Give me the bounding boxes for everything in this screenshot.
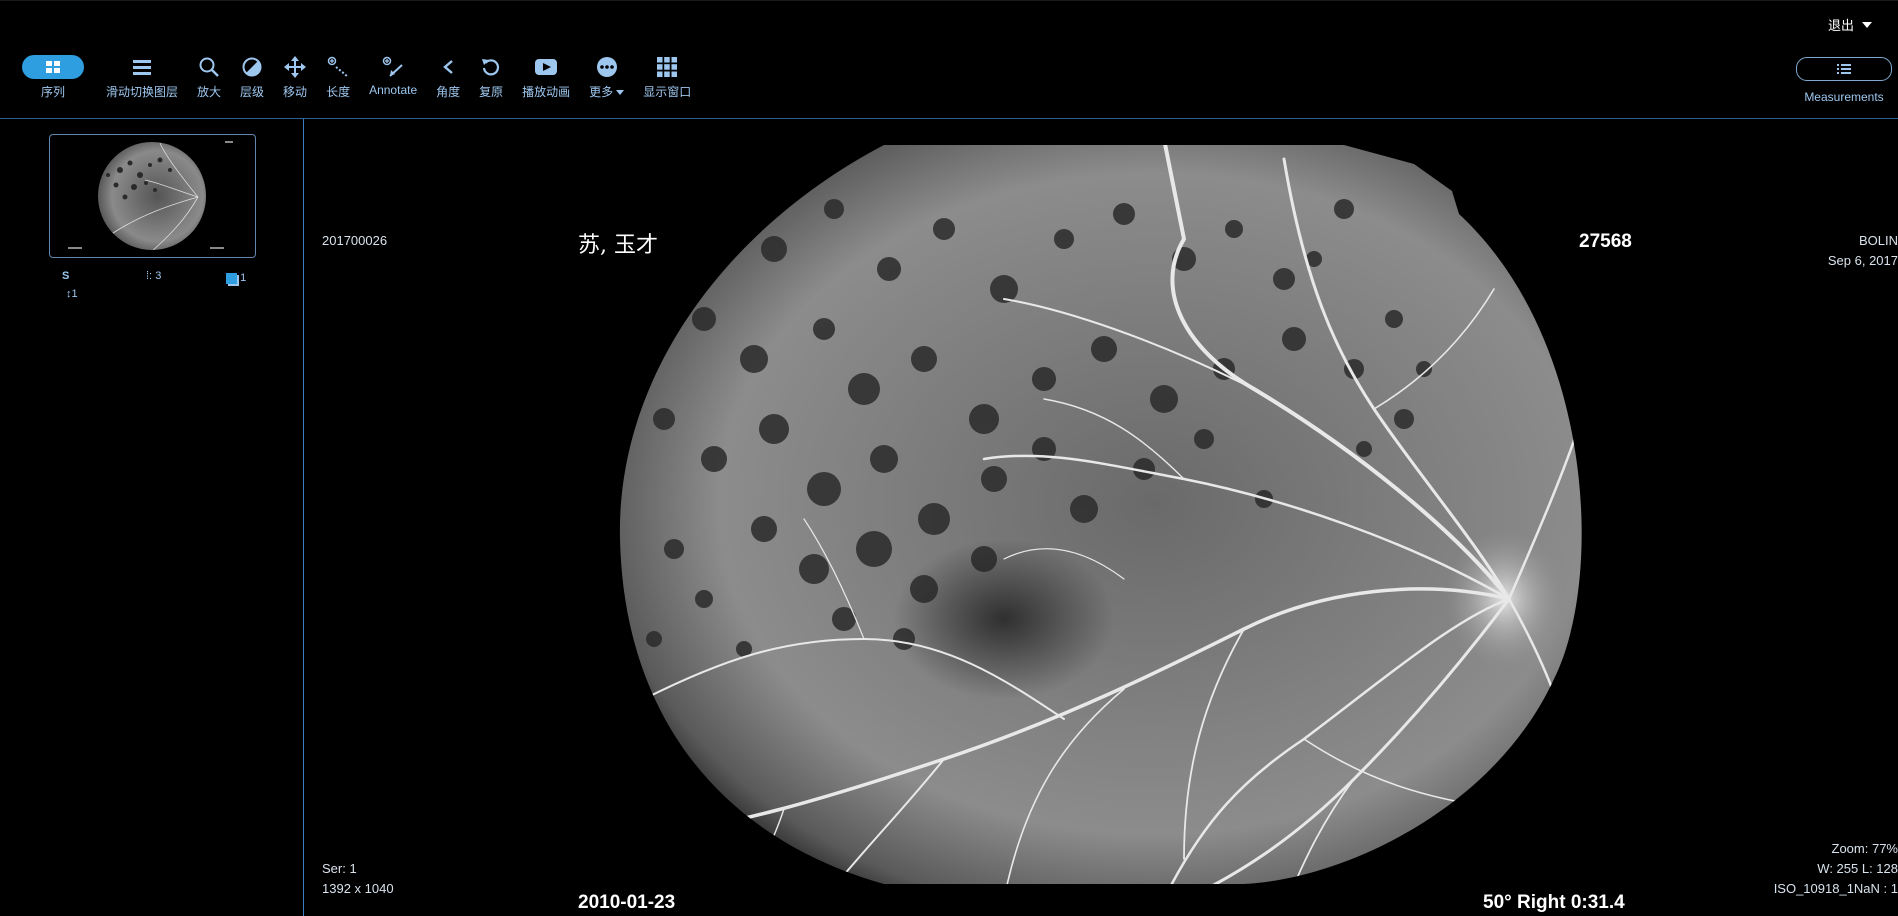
cine-button[interactable]: 播放动画 xyxy=(522,55,570,100)
series-button[interactable]: 序列 xyxy=(22,55,84,100)
contrast-icon xyxy=(242,57,262,77)
study-date: Sep 6, 2017 xyxy=(1827,253,1898,268)
study-number: 27568 xyxy=(1579,231,1632,252)
list-icon xyxy=(1796,57,1892,81)
play-icon xyxy=(535,59,558,75)
menu-lines-icon xyxy=(133,60,151,75)
series-thumbnail[interactable] xyxy=(49,134,256,258)
acquisition-info: 50° Right 0:31.4 xyxy=(1483,892,1625,913)
length-button[interactable]: 长度 xyxy=(326,55,350,100)
stack-scroll-label: 滑动切换图层 xyxy=(106,85,179,99)
measurements-button[interactable]: Measurements xyxy=(1796,57,1892,104)
image-dimensions: 1392 x 1040 xyxy=(322,881,394,896)
layout-grid-icon xyxy=(657,57,678,77)
reset-button[interactable]: 复原 xyxy=(479,55,503,100)
stack-scroll-button[interactable]: 滑动切换图层 xyxy=(106,55,178,100)
angle-icon xyxy=(443,60,453,74)
length-label: 长度 xyxy=(326,85,351,99)
ruler-icon xyxy=(327,56,348,77)
caret-down-icon xyxy=(616,90,625,96)
more-label: 更多 xyxy=(589,83,625,100)
fundus-angiogram-image xyxy=(619,145,1582,884)
window-level: W: 255 L: 128 xyxy=(1817,861,1898,876)
reset-label: 复原 xyxy=(479,85,504,99)
grid-icon xyxy=(22,55,84,79)
level-button[interactable]: 层级 xyxy=(240,55,264,100)
top-toolbar: 退出 序列 滑动切换图层 放大 层级 移动 长度 Annotate 角度 复原 … xyxy=(0,0,1898,119)
layers-icon xyxy=(226,272,237,284)
zoom-button[interactable]: 放大 xyxy=(197,55,221,100)
zoom-label: 放大 xyxy=(197,85,222,99)
more-icon xyxy=(596,57,617,77)
move-icon xyxy=(284,56,307,78)
stack-icon: ⁞: xyxy=(146,270,153,282)
zoom-level: Zoom: 77% xyxy=(1831,841,1898,856)
institution-name: BOLIN xyxy=(1858,233,1898,248)
reset-icon xyxy=(482,59,500,76)
logout-dropdown[interactable]: 退出 xyxy=(1828,15,1872,34)
move-button[interactable]: 移动 xyxy=(283,55,307,100)
annotate-button[interactable]: Annotate xyxy=(369,55,417,97)
fundus-thumbnail-image xyxy=(68,141,233,250)
layout-button[interactable]: 显示窗口 xyxy=(643,55,691,100)
patient-name: 苏, 玉才 xyxy=(578,233,658,258)
annotate-icon xyxy=(382,56,403,77)
angle-label: 角度 xyxy=(436,85,461,99)
image-viewport[interactable]: 201700026 苏, 玉才 27568 BOLIN Sep 6, 2017 … xyxy=(304,119,1898,916)
level-label: 层级 xyxy=(240,85,265,99)
instance-count: 1 xyxy=(226,272,246,284)
acquisition-date: 2010-01-23 xyxy=(578,892,676,913)
more-dropdown[interactable]: 更多 xyxy=(589,55,625,100)
patient-id: 201700026 xyxy=(322,233,388,248)
annotate-label: Annotate xyxy=(369,83,418,97)
transfer-syntax: ISO_10918_1NaN : 1 xyxy=(1773,881,1898,896)
series-label: 序列 xyxy=(40,85,65,99)
measurements-label: Measurements xyxy=(1804,90,1884,104)
tool-list: 序列 滑动切换图层 放大 层级 移动 长度 Annotate 角度 复原 播放动… xyxy=(22,55,710,100)
series-info: Ser: 1 xyxy=(322,861,357,876)
search-icon xyxy=(199,57,219,77)
series-number: ↕1 xyxy=(66,288,78,300)
caret-down-icon xyxy=(1862,21,1872,28)
series-label-s: S xyxy=(62,270,70,282)
image-count: ⁞: 3 xyxy=(146,270,162,282)
angle-button[interactable]: 角度 xyxy=(436,55,460,100)
layout-label: 显示窗口 xyxy=(643,85,692,99)
move-label: 移动 xyxy=(283,85,308,99)
cine-label: 播放动画 xyxy=(522,85,571,99)
logout-label: 退出 xyxy=(1827,18,1854,33)
